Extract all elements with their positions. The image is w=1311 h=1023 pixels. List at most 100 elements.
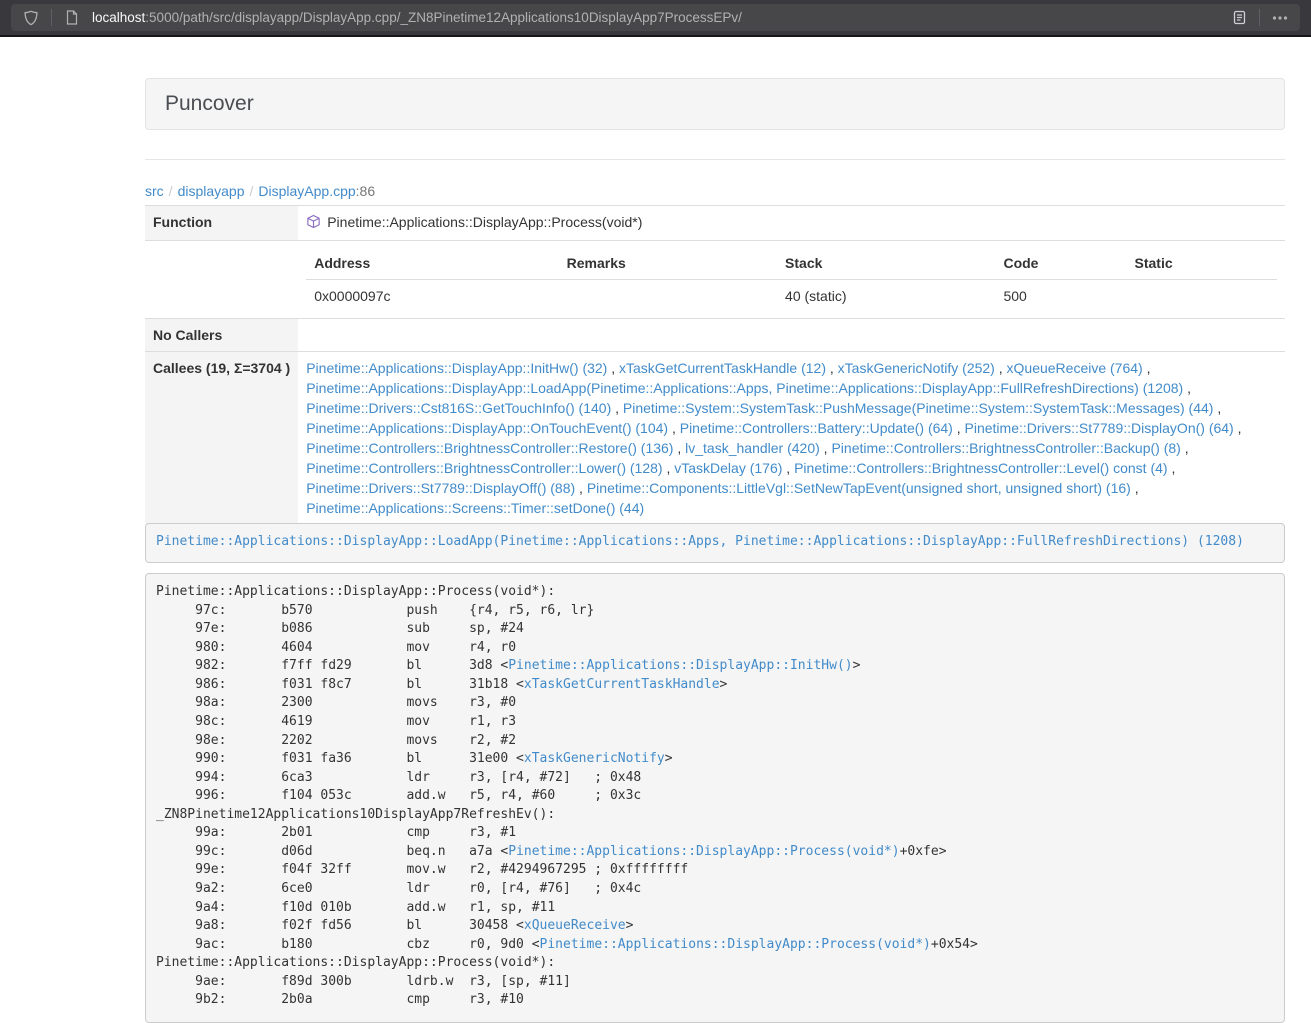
asm-text: +0x54> xyxy=(931,937,978,952)
breadcrumb-link-displayapp[interactable]: displayapp xyxy=(178,183,245,199)
asm-text: > xyxy=(665,751,673,766)
tracking-protection-shield-icon[interactable] xyxy=(19,6,43,30)
stats-table: Address Remarks Stack Code Static 0x0000… xyxy=(306,247,1277,312)
callee-separator: , xyxy=(663,460,675,476)
callee-separator: , xyxy=(995,360,1007,376)
callee-link[interactable]: xTaskGetCurrentTaskHandle (12) xyxy=(619,360,826,376)
browser-toolbar: localhost:5000/path/src/displayapp/Displ… xyxy=(0,0,1311,35)
callee-link[interactable]: Pinetime::Drivers::St7789::DisplayOff() … xyxy=(306,480,575,496)
asm-symbol-link[interactable]: Pinetime::Applications::DisplayApp::Proc… xyxy=(540,937,931,952)
asm-text: 9a4: f10d 010b add.w r1, sp, #11 xyxy=(156,900,555,915)
asm-symbol-link[interactable]: xQueueReceive xyxy=(524,918,626,933)
callee-link[interactable]: Pinetime::Applications::Screens::Timer::… xyxy=(306,500,644,516)
page-actions-more-icon[interactable] xyxy=(1268,6,1292,30)
callee-separator: , xyxy=(953,420,965,436)
callee-link[interactable]: Pinetime::Applications::DisplayApp::Init… xyxy=(306,360,607,376)
callee-link[interactable]: Pinetime::Drivers::St7789::DisplayOn() (… xyxy=(965,420,1234,436)
breadcrumb-link-file[interactable]: DisplayApp.cpp xyxy=(258,183,355,199)
reader-mode-icon[interactable] xyxy=(1227,6,1251,30)
asm-symbol-link[interactable]: xTaskGetCurrentTaskHandle xyxy=(524,677,720,692)
asm-text: 99e: f04f 32ff mov.w r2, #4294967295 ; 0… xyxy=(156,862,688,877)
stats-header-remarks: Remarks xyxy=(559,247,777,280)
function-row-label: Function xyxy=(145,206,298,241)
callee-link[interactable]: Pinetime::Controllers::BrightnessControl… xyxy=(794,460,1167,476)
callees-list: Pinetime::Applications::DisplayApp::Init… xyxy=(298,352,1285,525)
no-callers-label: No Callers xyxy=(145,319,298,352)
callee-separator: , xyxy=(820,440,832,456)
callee-link[interactable]: Pinetime::Drivers::Cst816S::GetTouchInfo… xyxy=(306,400,611,416)
callee-link[interactable]: xQueueReceive (764) xyxy=(1007,360,1143,376)
stats-value-static xyxy=(1127,280,1278,313)
asm-text: _ZN8Pinetime12Applications10DisplayApp7R… xyxy=(156,807,555,822)
url-text[interactable]: localhost:5000/path/src/displayapp/Displ… xyxy=(92,10,1227,25)
asm-text: > xyxy=(720,677,728,692)
header-divider xyxy=(145,159,1285,160)
function-row: Function Pinetime::Applications::Display… xyxy=(145,206,1285,241)
urlbar-separator xyxy=(51,9,52,26)
asm-text: 986: f031 f8c7 bl 31b18 < xyxy=(156,677,524,692)
page-content: Puncover src/displayapp/DisplayApp.cpp:8… xyxy=(145,37,1285,998)
callee-link[interactable]: lv_task_handler (420) xyxy=(685,440,820,456)
callee-separator: , xyxy=(1234,420,1242,436)
asm-text: 980: 4604 mov r4, r0 xyxy=(156,640,516,655)
asm-text: 9ae: f89d 300b ldrb.w r3, [sp, #11] xyxy=(156,974,571,989)
asm-text: > xyxy=(853,658,861,673)
asm-text: 99a: 2b01 cmp r3, #1 xyxy=(156,825,516,840)
asm-text: Pinetime::Applications::DisplayApp::Proc… xyxy=(156,955,555,970)
asm-text: 9a8: f02f fd56 bl 30458 < xyxy=(156,918,524,933)
asm-text: 982: f7ff fd29 bl 3d8 < xyxy=(156,658,508,673)
site-identity-page-icon[interactable] xyxy=(60,6,84,30)
callee-link[interactable]: Pinetime::Controllers::BrightnessControl… xyxy=(831,440,1180,456)
load-app-snippet-box: Pinetime::Applications::DisplayApp::Load… xyxy=(145,523,1285,563)
asm-text: 996: f104 053c add.w r5, r4, #60 ; 0x3c xyxy=(156,788,641,803)
urlbar-separator xyxy=(1259,9,1260,26)
asm-text: 98c: 4619 mov r1, r3 xyxy=(156,714,516,729)
asm-text: 97c: b570 push {r4, r5, r6, lr} xyxy=(156,603,594,618)
function-name: Pinetime::Applications::DisplayApp::Proc… xyxy=(327,212,642,232)
url-host: localhost xyxy=(92,10,145,25)
asm-text: +0xfe> xyxy=(900,844,947,859)
callee-link[interactable]: Pinetime::Applications::DisplayApp::Load… xyxy=(306,380,1183,396)
function-table: Function Pinetime::Applications::Display… xyxy=(145,205,1285,524)
callee-link[interactable]: Pinetime::Applications::DisplayApp::OnTo… xyxy=(306,420,668,436)
callee-link[interactable]: xTaskGenericNotify (252) xyxy=(838,360,995,376)
callee-separator: , xyxy=(611,400,623,416)
asm-text: 9b2: 2b0a cmp r3, #10 xyxy=(156,992,524,1007)
callee-link[interactable]: Pinetime::Controllers::BrightnessControl… xyxy=(306,440,673,456)
callees-row: Callees (19, Σ=3704 ) Pinetime::Applicat… xyxy=(145,352,1285,525)
callee-separator: , xyxy=(607,360,619,376)
callee-separator: , xyxy=(673,440,685,456)
asm-symbol-link[interactable]: Pinetime::Applications::DisplayApp::Proc… xyxy=(508,844,899,859)
callee-link[interactable]: Pinetime::Controllers::Battery::Update()… xyxy=(680,420,953,436)
breadcrumb: src/displayapp/DisplayApp.cpp:86 xyxy=(145,181,375,201)
asm-symbol-link[interactable]: xTaskGenericNotify xyxy=(524,751,665,766)
stats-header-stack: Stack xyxy=(777,247,995,280)
asm-text: 9a2: 6ce0 ldr r0, [r4, #76] ; 0x4c xyxy=(156,881,641,896)
stats-row-label-empty xyxy=(145,241,298,319)
asm-symbol-link[interactable]: Pinetime::Applications::DisplayApp::Init… xyxy=(508,658,852,673)
breadcrumb-separator: / xyxy=(164,183,178,199)
asm-text: 98e: 2202 movs r2, #2 xyxy=(156,733,516,748)
asm-text: 97e: b086 sub sp, #24 xyxy=(156,621,524,636)
stats-header-code: Code xyxy=(995,247,1126,280)
asm-text: 9ac: b180 cbz r0, 9d0 < xyxy=(156,937,540,952)
app-header-panel: Puncover xyxy=(145,78,1285,130)
stats-row: Address Remarks Stack Code Static 0x0000… xyxy=(145,241,1285,319)
asm-text: 994: 6ca3 ldr r3, [r4, #72] ; 0x48 xyxy=(156,770,641,785)
url-bar[interactable]: localhost:5000/path/src/displayapp/Displ… xyxy=(11,4,1300,31)
callee-link[interactable]: Pinetime::Components::LittleVgl::SetNewT… xyxy=(587,480,1131,496)
no-callers-value xyxy=(298,319,1285,352)
stats-value-code: 500 xyxy=(995,280,1126,313)
callee-separator: , xyxy=(1168,460,1176,476)
callee-link[interactable]: vTaskDelay (176) xyxy=(674,460,782,476)
callees-label: Callees (19, Σ=3704 ) xyxy=(145,352,298,525)
stats-header-address: Address xyxy=(306,247,558,280)
breadcrumb-link-src[interactable]: src xyxy=(145,183,164,199)
callee-link[interactable]: Pinetime::Controllers::BrightnessControl… xyxy=(306,460,662,476)
breadcrumb-line-number: :86 xyxy=(356,183,375,199)
stats-value-remarks xyxy=(559,280,777,313)
stats-value-address: 0x0000097c xyxy=(306,280,558,313)
load-app-link[interactable]: Pinetime::Applications::DisplayApp::Load… xyxy=(156,534,1244,549)
callee-link[interactable]: Pinetime::System::SystemTask::PushMessag… xyxy=(623,400,1214,416)
assembly-listing: Pinetime::Applications::DisplayApp::Proc… xyxy=(145,573,1285,1023)
